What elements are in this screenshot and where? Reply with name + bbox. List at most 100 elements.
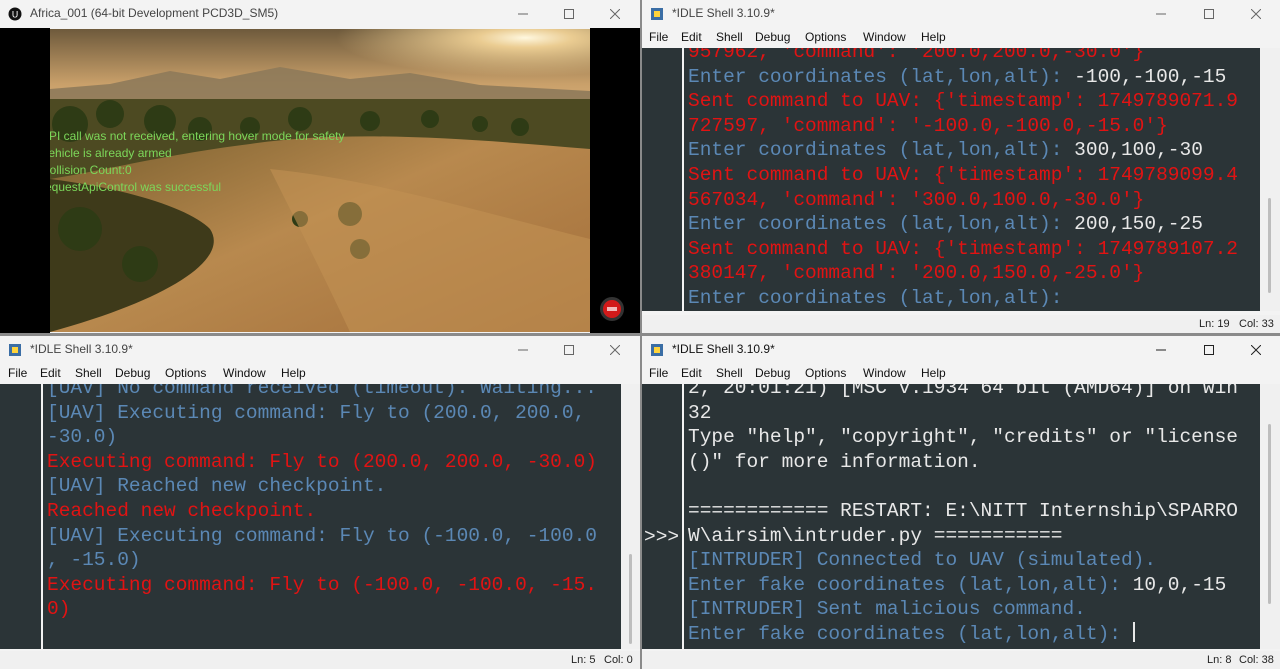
window-title: *IDLE Shell 3.10.9* [30, 342, 133, 356]
shell-output[interactable]: [UAV] No command received (timeout). Wai… [43, 384, 621, 649]
output-line: Sent command to UAV: {'timestamp': 17497… [688, 90, 1238, 113]
line-number: Ln: 8 [1207, 654, 1232, 666]
shell-prompt: >>> [644, 525, 680, 548]
output-line: [INTRUDER] Connected to UAV (simulated). [688, 549, 1157, 572]
user-input: -100,-100,-15 [1074, 65, 1227, 88]
user-input: 200,150,-25 [1074, 213, 1203, 236]
output-line: 32 [688, 401, 712, 424]
output-line: ()" for more information. [688, 450, 981, 473]
menu-window[interactable]: Window [223, 366, 266, 380]
shell-sidebar [0, 384, 41, 649]
output-line: ============ RESTART: E:\NITT Internship… [688, 500, 1238, 522]
shell-sidebar [642, 48, 682, 311]
output-line: 957962, 'command': '200.0,200.0,-30.0'} [688, 48, 1145, 63]
output-line: [UAV] Executing command: Fly to (200.0, … [47, 401, 586, 424]
python-icon [651, 344, 663, 356]
output-line: 567034, 'command': '300.0,100.0,-30.0'} [688, 188, 1145, 211]
status-bar: Ln: 19 Col: 33 [642, 315, 1280, 333]
user-input: 300,100,-30 [1074, 139, 1203, 162]
window-title: *IDLE Shell 3.10.9* [672, 342, 775, 356]
close-button[interactable] [592, 0, 638, 28]
output-line: 380147, 'command': '200.0,150.0,-25.0'} [688, 262, 1145, 285]
output-line: W\airsim\intruder.py =========== [688, 524, 1063, 547]
close-button[interactable] [1233, 336, 1279, 364]
prompt-line: Enter coordinates (lat,lon,alt): 300,100… [688, 139, 1203, 162]
maximize-button[interactable] [546, 0, 592, 28]
overlay-line: requestApiControl was successful [50, 180, 222, 194]
maximize-icon [564, 9, 574, 19]
menu-window[interactable]: Window [863, 366, 906, 380]
minimize-button[interactable] [1138, 0, 1184, 28]
menu-options[interactable]: Options [805, 30, 846, 44]
idle-titlebar[interactable]: *IDLE Shell 3.10.9* [0, 336, 640, 364]
menu-help[interactable]: Help [281, 366, 306, 380]
menu-shell[interactable]: Shell [75, 366, 102, 380]
close-icon [1251, 9, 1261, 19]
output-line: Sent command to UAV: {'timestamp': 17497… [688, 237, 1238, 260]
vertical-scrollbar[interactable] [1260, 384, 1280, 649]
menu-file[interactable]: File [8, 366, 27, 380]
maximize-button[interactable] [1186, 0, 1232, 28]
shell-sidebar: >>> [642, 384, 682, 649]
letterbox-left [0, 28, 50, 333]
close-icon [1251, 345, 1261, 355]
column-number: Col: 38 [1239, 654, 1274, 666]
minimize-button[interactable] [500, 0, 546, 28]
idle-titlebar[interactable]: *IDLE Shell 3.10.9* [642, 336, 1280, 364]
unreal-logo-icon: U [8, 7, 22, 21]
unreal-window: U Africa_001 (64-bit Development PCD3D_S… [0, 0, 640, 333]
overlay-line: Vehicle is already armed [50, 146, 172, 160]
menu-bar: File Edit Shell Debug Options Window Hel… [642, 364, 1280, 384]
prompt-line: Enter coordinates (lat,lon,alt): [688, 287, 1063, 309]
game-viewport[interactable]: API call was not received, entering hove… [50, 29, 590, 332]
letterbox-right [590, 28, 640, 333]
minimize-button[interactable] [500, 336, 546, 364]
menu-window[interactable]: Window [863, 30, 906, 44]
idle-shell-window: *IDLE Shell 3.10.9* File Edit Shell Debu… [642, 0, 1280, 333]
shell-output[interactable]: 957962, 'command': '200.0,200.0,-30.0'} … [684, 48, 1260, 311]
menu-debug[interactable]: Debug [115, 366, 150, 380]
output-line: Reached new checkpoint. [47, 500, 317, 522]
menu-options[interactable]: Options [805, 366, 846, 380]
menu-edit[interactable]: Edit [40, 366, 61, 380]
menu-file[interactable]: File [649, 366, 668, 380]
menu-debug[interactable]: Debug [755, 30, 790, 44]
menu-edit[interactable]: Edit [681, 366, 702, 380]
shell-output[interactable]: 2, 20:01:21) [MSC v.1934 64 bit (AMD64)]… [684, 384, 1260, 649]
unreal-titlebar[interactable]: U Africa_001 (64-bit Development PCD3D_S… [0, 0, 640, 28]
menu-help[interactable]: Help [921, 366, 946, 380]
menu-options[interactable]: Options [165, 366, 206, 380]
idle-shell-window: *IDLE Shell 3.10.9* File Edit Shell Debu… [642, 336, 1280, 669]
minimize-button[interactable] [1138, 336, 1184, 364]
vertical-scrollbar[interactable] [1260, 48, 1280, 311]
user-input: 10,0,-15 [1132, 573, 1227, 596]
menu-bar: File Edit Shell Debug Options Window Hel… [642, 28, 1280, 48]
output-line: Executing command: Fly to (200.0, 200.0,… [47, 450, 597, 473]
maximize-icon [564, 345, 574, 355]
column-number: Col: 0 [604, 654, 633, 666]
menu-file[interactable]: File [649, 30, 668, 44]
vertical-scrollbar[interactable] [621, 384, 640, 649]
record-button-icon[interactable] [599, 296, 625, 322]
menu-help[interactable]: Help [921, 30, 946, 44]
scrollbar-thumb[interactable] [1268, 198, 1271, 293]
python-icon [9, 344, 21, 356]
menu-edit[interactable]: Edit [681, 30, 702, 44]
menu-shell[interactable]: Shell [716, 30, 743, 44]
output-line: Type "help", "copyright", "credits" or "… [688, 426, 1238, 449]
menu-debug[interactable]: Debug [755, 366, 790, 380]
scrollbar-thumb[interactable] [1268, 424, 1271, 604]
output-line: 2, 20:01:21) [MSC v.1934 64 bit (AMD64)]… [688, 384, 1238, 399]
output-line: Sent command to UAV: {'timestamp': 17497… [688, 164, 1238, 186]
window-title: *IDLE Shell 3.10.9* [672, 6, 775, 20]
maximize-button[interactable] [546, 336, 592, 364]
menu-shell[interactable]: Shell [716, 366, 743, 380]
prompt-line: Enter coordinates (lat,lon,alt): -100,-1… [688, 65, 1227, 88]
close-button[interactable] [1233, 0, 1279, 28]
idle-titlebar[interactable]: *IDLE Shell 3.10.9* [642, 0, 1280, 28]
scrollbar-thumb[interactable] [629, 554, 632, 644]
text-cursor [1132, 622, 1135, 642]
maximize-button[interactable] [1186, 336, 1232, 364]
minimize-icon [518, 349, 528, 351]
close-button[interactable] [592, 336, 638, 364]
